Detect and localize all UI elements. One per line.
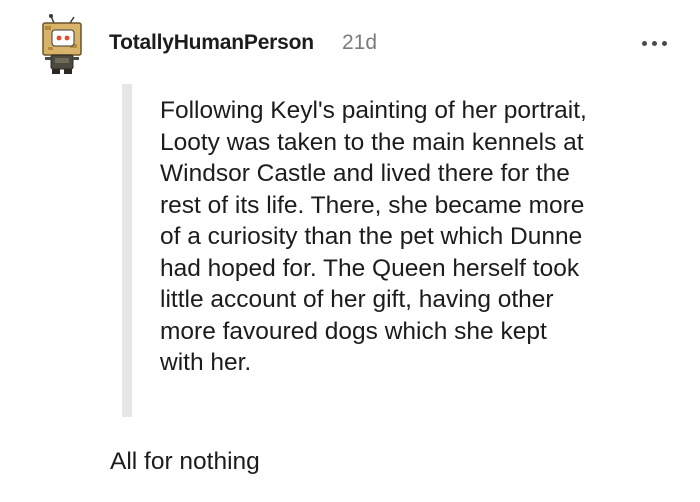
more-options-button[interactable] <box>636 30 672 56</box>
more-dots-icon <box>661 40 667 46</box>
more-dots-icon <box>641 40 647 46</box>
quote-line: more favoured dogs which she kept <box>160 317 547 345</box>
comment-header: TotallyHumanPerson 21d <box>34 12 674 76</box>
quote-line: Following Keyl's painting of her portrai… <box>160 97 587 124</box>
avatar[interactable] <box>34 14 90 76</box>
quote-line: with her. <box>160 349 252 376</box>
quote-line: Windsor Castle and lived there for the <box>160 160 570 187</box>
username-link[interactable]: TotallyHumanPerson <box>109 31 314 55</box>
quote-line: little account of her gift, having other <box>160 286 554 313</box>
comment-age: 21d <box>342 31 378 54</box>
more-dots-icon <box>651 40 657 46</box>
quote-line: had hoped for. The Queen herself took <box>160 254 580 282</box>
comment-body: All for nothing <box>110 448 260 475</box>
blockquote: Following Keyl's painting of her portrai… <box>122 84 672 417</box>
robot-avatar-icon <box>42 14 82 74</box>
quote-line: Looty was taken to the main kennels at <box>160 128 584 156</box>
quote-text: Following Keyl's painting of her portrai… <box>160 95 650 379</box>
quote-line: of a curiosity than the pet which Dunne <box>160 223 583 250</box>
quote-line: rest of its life. There, she became more <box>160 191 585 219</box>
comment: TotallyHumanPerson 21d Following Keyl's … <box>0 0 700 502</box>
